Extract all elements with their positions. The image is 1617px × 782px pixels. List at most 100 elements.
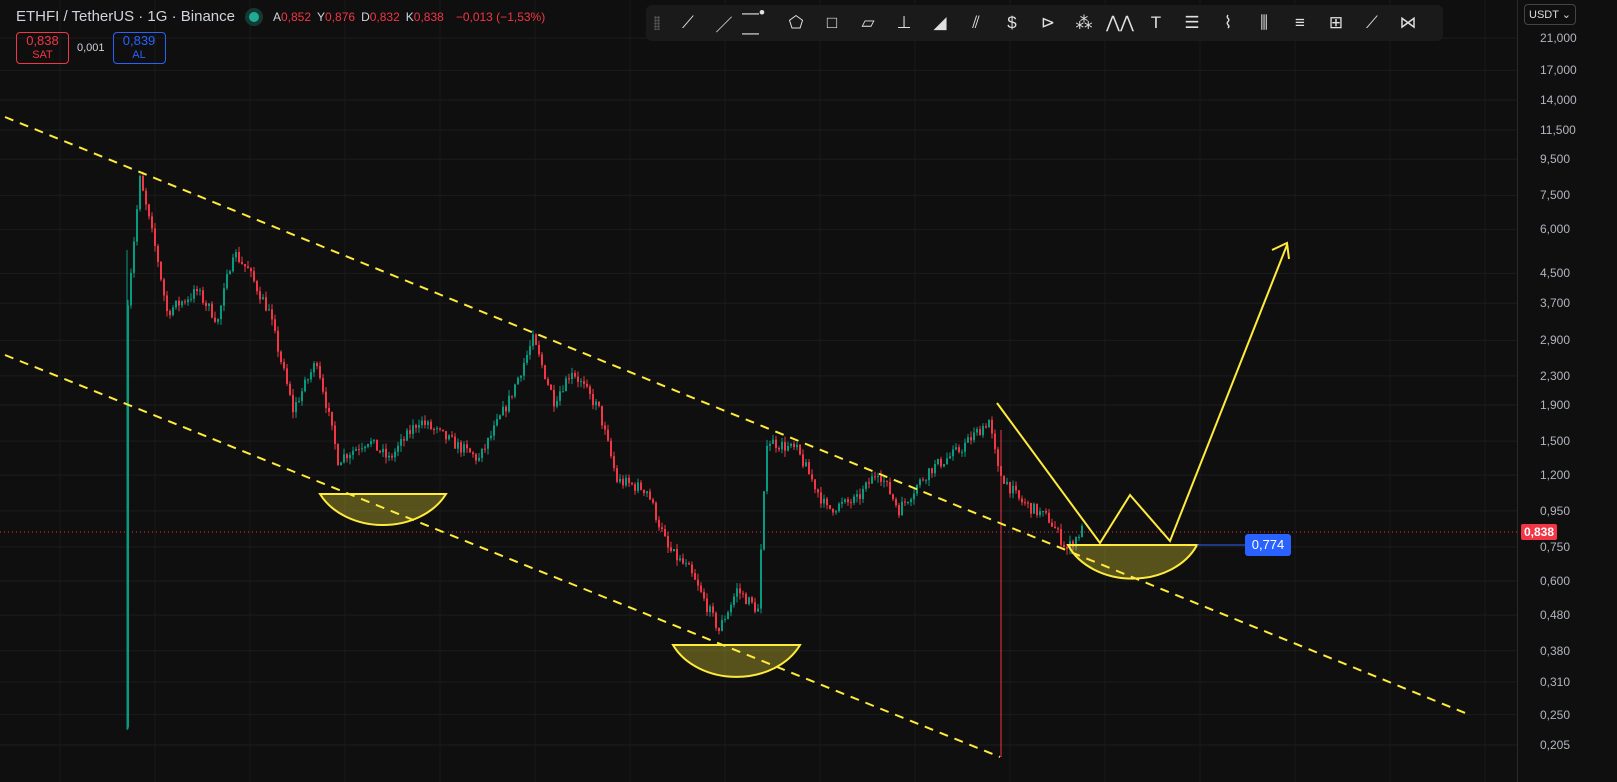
price-chart[interactable] (0, 0, 1517, 782)
candle (994, 433, 996, 450)
candle (988, 419, 990, 428)
candle (244, 264, 246, 267)
candle (772, 439, 774, 444)
drawings[interactable] (4, 116, 1471, 758)
candle (910, 499, 912, 503)
candle (862, 488, 864, 499)
brush-icon[interactable]: ⟋ (1354, 8, 1390, 38)
candle (445, 431, 447, 440)
candle (475, 454, 477, 461)
candle (745, 593, 747, 605)
candle (835, 511, 837, 513)
price-tick: 1,200 (1540, 468, 1571, 483)
candle (967, 437, 969, 443)
upper-channel-line[interactable] (4, 116, 1471, 716)
drag-handle[interactable] (654, 16, 660, 30)
candle (331, 411, 333, 426)
candle (943, 464, 945, 467)
cup-shape-2[interactable] (671, 644, 802, 678)
candle (1030, 502, 1032, 514)
candle (895, 499, 897, 506)
candle (610, 440, 612, 457)
price-axis[interactable]: USDT ⌄ 0,838 21,000 17,000 14,000 11,500 9,5… (1517, 0, 1617, 782)
candle (391, 455, 393, 458)
fib-retracement-icon[interactable]: ☰ (1174, 8, 1210, 38)
candle (598, 401, 600, 406)
candle (271, 309, 273, 320)
price-tick: 0,310 (1540, 674, 1571, 689)
candle (232, 257, 234, 272)
candle (472, 452, 474, 455)
candle (973, 432, 975, 441)
ray-icon[interactable]: ／ (706, 8, 742, 38)
candle (928, 468, 930, 481)
pattern-icon[interactable]: ⁂ (1066, 8, 1102, 38)
candle (400, 439, 402, 446)
candle (139, 176, 141, 210)
candle (1081, 525, 1083, 537)
long-position-icon[interactable]: $ (994, 8, 1030, 38)
sell-price: 0,838 (26, 33, 59, 48)
elliott-wave-icon[interactable]: ⋀⋀ (1102, 8, 1138, 38)
pitchfork-icon[interactable]: ⫽ (958, 8, 994, 38)
horizontal-ray-icon[interactable]: —•— (742, 3, 778, 42)
projection-path[interactable] (996, 244, 1288, 545)
candle (700, 585, 702, 592)
rectangle-icon[interactable]: □ (814, 8, 850, 38)
candle (1045, 511, 1047, 513)
candle (262, 297, 264, 300)
currency-dropdown[interactable]: USDT ⌄ (1524, 4, 1577, 25)
candle (502, 406, 504, 416)
gann-icon[interactable]: ≡ (1282, 8, 1318, 38)
candle (190, 298, 192, 300)
current-price-label: 0,838 (1521, 524, 1558, 540)
bars-pattern-icon[interactable]: ⫼ (1246, 8, 1282, 38)
candle (730, 604, 732, 613)
polygon-icon[interactable]: ⬠ (778, 8, 814, 38)
text-icon[interactable]: T (1138, 8, 1174, 38)
candle (547, 379, 549, 385)
candle (616, 468, 618, 482)
candle (415, 425, 417, 428)
candle (469, 448, 471, 453)
candle (856, 494, 858, 497)
candle (526, 354, 528, 363)
candle (226, 274, 228, 289)
trade-buttons: 0,838 SAT 0,001 0,839 AL (16, 32, 166, 64)
symbol-legend: ETHFI / TetherUS · 1G · Binance A0,852 Y0… (16, 8, 551, 25)
candle (808, 462, 810, 475)
candle (376, 439, 378, 451)
price-range-icon[interactable]: ⊥ (886, 8, 922, 38)
candle (838, 503, 840, 512)
cup-shape-3[interactable] (1066, 544, 1199, 580)
cup-shape-1[interactable] (318, 493, 448, 526)
target-price-label[interactable]: 0,774 (1245, 534, 1291, 556)
candle (871, 476, 873, 484)
candle (529, 346, 531, 355)
candle (265, 297, 267, 311)
arc-icon[interactable]: ◢ (922, 8, 958, 38)
candle (562, 391, 564, 393)
candle (157, 245, 159, 262)
candle (877, 475, 879, 477)
fib-fan-icon[interactable]: ⊳ (1030, 8, 1066, 38)
buy-button[interactable]: 0,839 AL (112, 32, 166, 64)
candle (805, 462, 807, 467)
symbol-title[interactable]: ETHFI / TetherUS · 1G · Binance (16, 8, 235, 25)
parallel-channel-icon[interactable]: ▱ (850, 8, 886, 38)
candle (820, 492, 822, 504)
candle (622, 478, 624, 486)
candle (763, 491, 765, 550)
sell-button[interactable]: 0,838 SAT (16, 32, 69, 64)
candle (832, 508, 834, 513)
xabcd-icon[interactable]: ⋈ (1390, 8, 1426, 38)
candle (961, 451, 963, 453)
trend-line-icon[interactable]: ⟋ (670, 8, 706, 38)
path-icon[interactable]: ⌇ (1210, 8, 1246, 38)
candle (847, 499, 849, 503)
candle (817, 489, 819, 493)
candle (142, 176, 144, 191)
candle (589, 386, 591, 395)
candle (595, 401, 597, 406)
date-price-range-icon[interactable]: ⊞ (1318, 8, 1354, 38)
